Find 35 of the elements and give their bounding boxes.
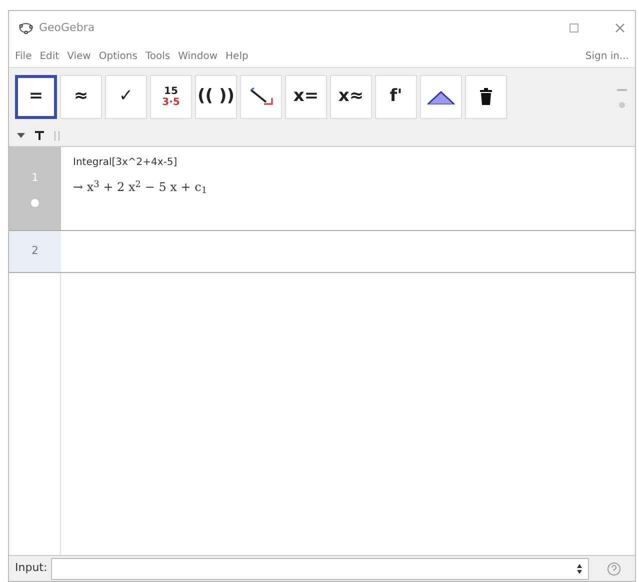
collapse-icon[interactable] [17,132,25,138]
grip-icon[interactable] [54,130,60,140]
tool-button[interactable]: (( )) [195,74,237,118]
substitute-icon [248,86,274,108]
maximize-icon[interactable] [569,23,579,33]
window-title: GeoGebra [39,20,95,36]
sign-in-link[interactable]: Sign in... [585,48,629,64]
tool-button[interactable]: = [15,74,57,118]
cas-input[interactable]: Integral[3x^2+4x-5] [73,155,623,170]
input-field[interactable] [51,558,589,580]
menu-item[interactable]: Options [98,48,138,64]
menu-item[interactable]: View [67,48,91,64]
tool-button[interactable]: 15 3·5 [150,74,192,118]
menu-item[interactable]: Help [226,48,248,64]
menu-item[interactable]: File [15,48,32,64]
tool-button[interactable]: f' [375,74,417,118]
tool-button[interactable] [465,74,507,118]
close-icon[interactable] [615,23,625,33]
row-header[interactable]: 2 [9,231,61,272]
tool-button[interactable]: ✓ [105,74,147,118]
input-label: Input: [15,560,48,576]
tool-button[interactable]: ≈ [60,74,102,118]
menu-item[interactable]: Tools [145,48,170,64]
spinner-icon[interactable] [577,564,582,574]
tool-button[interactable]: x≈ [330,74,372,118]
cas-output: → x$^{3}$ + 2 x$^{2}$ − 5 x + c$_{1}$ [73,178,208,196]
help-icon[interactable] [607,562,621,576]
text-style-icon[interactable] [35,131,44,140]
tool-button[interactable] [420,74,462,118]
app-logo-icon [19,22,33,34]
tool-button[interactable]: x= [285,74,327,118]
delete-icon [479,88,493,106]
menu-item[interactable]: Edit [40,48,60,64]
menu-item[interactable]: Window [178,48,218,64]
output-dot-icon[interactable] [31,198,39,207]
